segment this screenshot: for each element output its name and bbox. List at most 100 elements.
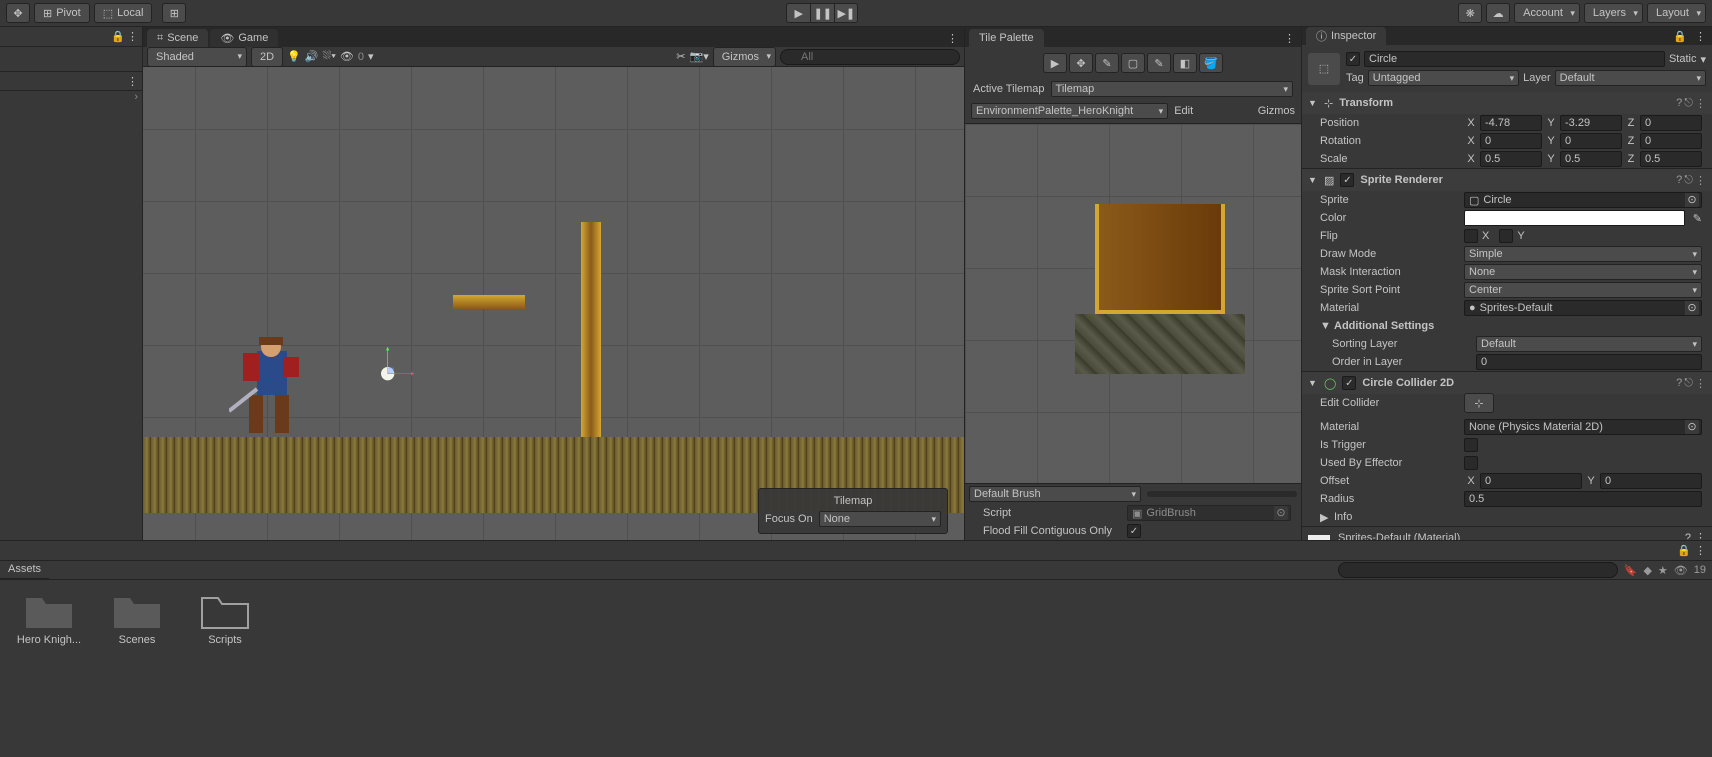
move-tool-icon[interactable]: ✥: [1069, 53, 1093, 73]
step-button[interactable]: ▶❚: [834, 3, 858, 23]
tab-inspector[interactable]: ⓘInspector: [1306, 27, 1386, 45]
layout-dropdown[interactable]: Layout: [1647, 3, 1706, 23]
flip-y-checkbox[interactable]: [1499, 229, 1513, 243]
active-checkbox[interactable]: [1346, 52, 1360, 66]
active-tilemap-dropdown[interactable]: Tilemap: [1051, 81, 1293, 97]
help-icon[interactable]: ?: [1676, 377, 1682, 390]
camera-icon[interactable]: 📷▾: [690, 50, 709, 63]
pos-x-input[interactable]: [1480, 115, 1542, 131]
transform-gizmo[interactable]: [381, 367, 421, 407]
lock-icon[interactable]: 🔒: [111, 30, 125, 43]
eraser-tool-icon[interactable]: ◧: [1173, 53, 1197, 73]
tag-dropdown[interactable]: Untagged: [1368, 70, 1519, 86]
palette-dropdown[interactable]: EnvironmentPalette_HeroKnight: [971, 103, 1168, 119]
local-button[interactable]: ⬚Local: [94, 3, 153, 23]
cloud-icon[interactable]: ☁: [1486, 3, 1510, 23]
rot-y-input[interactable]: [1560, 133, 1622, 149]
sorting-layer-dropdown[interactable]: Default: [1476, 336, 1702, 352]
sort-dropdown[interactable]: Center: [1464, 282, 1702, 298]
help-icon[interactable]: ?: [1685, 532, 1691, 541]
menu-icon[interactable]: ⋮: [1695, 97, 1706, 110]
menu-icon[interactable]: ⋮: [941, 30, 964, 47]
picker-tool-icon[interactable]: ✎: [1147, 53, 1171, 73]
foldout-icon[interactable]: ▼: [1308, 98, 1318, 108]
tab-tile-palette[interactable]: Tile Palette: [969, 29, 1044, 47]
menu-icon[interactable]: ⋮: [1695, 377, 1706, 390]
component-enabled-checkbox[interactable]: [1340, 173, 1354, 187]
offset-y-input[interactable]: [1600, 473, 1702, 489]
folder-scripts[interactable]: Scripts: [192, 590, 258, 646]
color-field[interactable]: [1464, 210, 1685, 226]
material-field[interactable]: ●Sprites-Default: [1464, 300, 1702, 316]
pivot-button[interactable]: ⊞Pivot: [34, 3, 90, 23]
fill-tool-icon[interactable]: 🪣: [1199, 53, 1223, 73]
select-tool-icon[interactable]: ▶: [1043, 53, 1067, 73]
2d-toggle[interactable]: 2D: [251, 47, 283, 67]
box-tool-icon[interactable]: ▢: [1121, 53, 1145, 73]
filter-icon[interactable]: 🔖: [1624, 564, 1638, 577]
effector-checkbox[interactable]: [1464, 456, 1478, 470]
object-name-input[interactable]: [1364, 51, 1665, 67]
fx-dropdown-icon[interactable]: ⛆▾: [322, 50, 335, 63]
foldout-icon[interactable]: ▼: [1308, 378, 1318, 388]
radius-input[interactable]: [1464, 491, 1702, 507]
focus-dropdown[interactable]: None: [819, 511, 941, 527]
scl-x-input[interactable]: [1480, 151, 1542, 167]
offset-x-input[interactable]: [1480, 473, 1582, 489]
menu-icon[interactable]: ⋮: [127, 75, 138, 88]
component-enabled-checkbox[interactable]: [1342, 376, 1356, 390]
menu-icon[interactable]: ⋮: [1695, 531, 1706, 540]
project-search[interactable]: [1338, 562, 1618, 578]
collab-icon[interactable]: ❋: [1458, 3, 1482, 23]
pos-z-input[interactable]: [1640, 115, 1702, 131]
hidden-icon[interactable]: 👁: [340, 50, 354, 63]
eyedropper-icon[interactable]: ✎: [1693, 212, 1702, 225]
scene-search[interactable]: [780, 49, 960, 65]
tab-game[interactable]: 👁Game: [210, 29, 278, 47]
pos-y-input[interactable]: [1560, 115, 1622, 131]
scl-z-input[interactable]: [1640, 151, 1702, 167]
brush-slider[interactable]: [1147, 491, 1297, 497]
help-icon[interactable]: ?: [1676, 97, 1682, 110]
layer-dropdown[interactable]: Default: [1555, 70, 1706, 86]
preset-icon[interactable]: ⎋: [1684, 377, 1693, 390]
gizmos-label[interactable]: Gizmos: [1258, 105, 1295, 117]
preset-icon[interactable]: ⎋: [1684, 97, 1693, 110]
foldout-icon[interactable]: ▼: [1320, 320, 1330, 332]
shading-dropdown[interactable]: Shaded: [147, 47, 247, 67]
order-input[interactable]: [1476, 354, 1702, 370]
edit-button[interactable]: Edit: [1174, 105, 1193, 117]
pause-button[interactable]: ❚❚: [810, 3, 834, 23]
hand-tool-icon[interactable]: ✥: [6, 3, 30, 23]
sprite-field[interactable]: ▢Circle: [1464, 192, 1702, 208]
rot-x-input[interactable]: [1480, 133, 1542, 149]
mask-dropdown[interactable]: None: [1464, 264, 1702, 280]
audio-icon[interactable]: 🔊: [305, 50, 319, 63]
assets-tab[interactable]: Assets: [0, 561, 49, 579]
foldout-icon[interactable]: ▶: [1320, 511, 1330, 524]
folder-scenes[interactable]: Scenes: [104, 590, 170, 646]
layers-dropdown[interactable]: Layers: [1584, 3, 1643, 23]
flood-fill-checkbox[interactable]: [1127, 524, 1141, 538]
tools-icon[interactable]: ✂: [676, 50, 685, 63]
hidden-icon[interactable]: 👁: [1674, 564, 1688, 577]
script-field[interactable]: ▣GridBrush: [1127, 505, 1291, 521]
help-icon[interactable]: ?: [1676, 174, 1682, 187]
star-icon[interactable]: ★: [1658, 564, 1668, 577]
account-dropdown[interactable]: Account: [1514, 3, 1580, 23]
lock-icon[interactable]: 🔒: [1671, 28, 1689, 45]
physics-material-field[interactable]: None (Physics Material 2D): [1464, 419, 1702, 435]
draw-mode-dropdown[interactable]: Simple: [1464, 246, 1702, 262]
menu-icon[interactable]: ⋮: [127, 30, 138, 43]
menu-icon[interactable]: ⋮: [1695, 544, 1706, 557]
chevron-right-icon[interactable]: ›: [134, 91, 138, 103]
brush-tool-icon[interactable]: ✎: [1095, 53, 1119, 73]
lock-icon[interactable]: 🔒: [1677, 544, 1691, 557]
tab-scene[interactable]: ⌗Scene: [147, 29, 208, 47]
flip-x-checkbox[interactable]: [1464, 229, 1478, 243]
preset-icon[interactable]: ⎋: [1684, 174, 1693, 187]
light-icon[interactable]: 💡: [287, 50, 301, 63]
edit-collider-button[interactable]: ⊹: [1464, 393, 1494, 413]
grid-snap-icon[interactable]: ⊞: [162, 3, 186, 23]
tile-palette-viewport[interactable]: [965, 124, 1301, 483]
